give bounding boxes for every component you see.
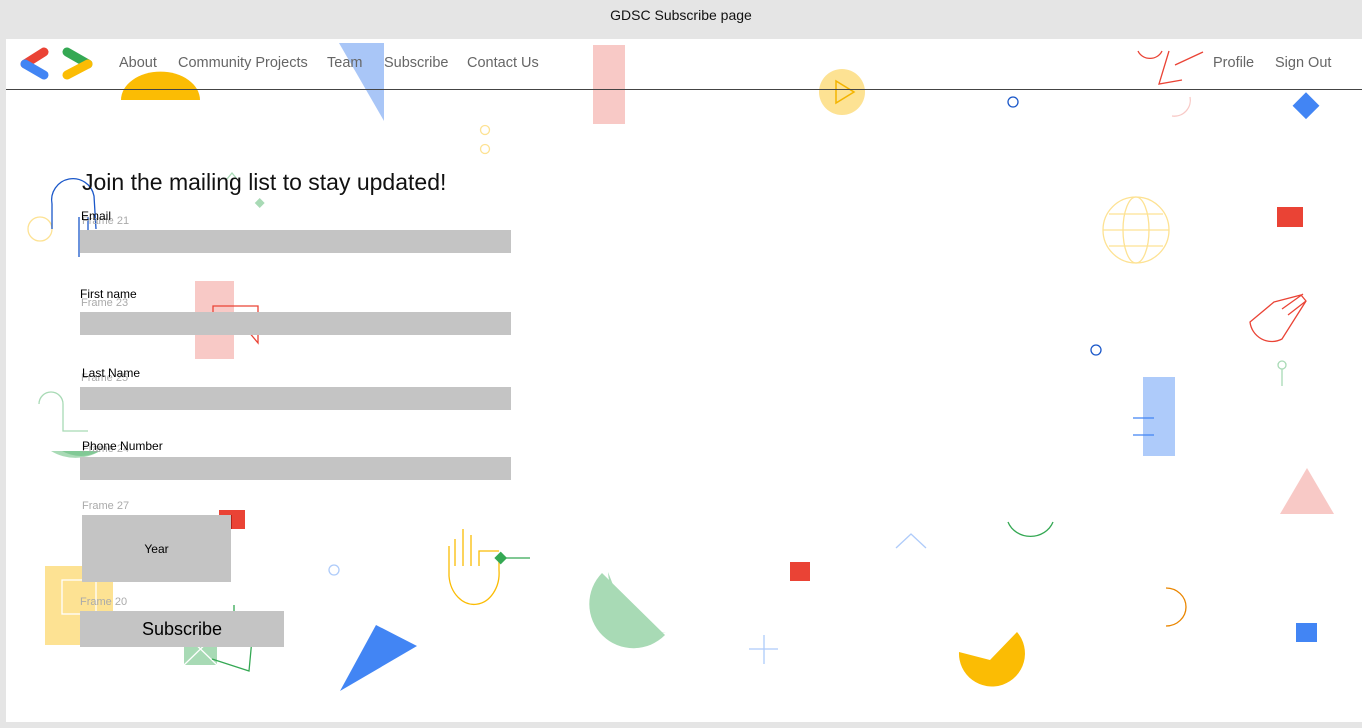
page-canvas: About Community Projects Team Subscribe …	[6, 39, 1362, 722]
nav-contact-us-link[interactable]: Contact Us	[467, 55, 539, 71]
last-name-label: Last Name	[82, 366, 141, 380]
nav-subscribe-link[interactable]: Subscribe	[384, 55, 448, 71]
nav-team-link[interactable]: Team	[327, 55, 362, 71]
phone-label: Phone Number	[82, 439, 163, 453]
phone-field[interactable]	[80, 457, 511, 480]
nav-community-projects-link[interactable]: Community Projects	[178, 55, 308, 71]
first-name-label: First name	[80, 287, 137, 301]
email-field[interactable]	[80, 230, 511, 253]
nav-about-link[interactable]: About	[119, 55, 157, 71]
window-title: GDSC Subscribe page	[610, 7, 752, 23]
subscribe-button[interactable]: Subscribe	[80, 611, 284, 647]
nav-sign-out-link[interactable]: Sign Out	[1275, 55, 1331, 71]
email-label: Email	[81, 209, 112, 223]
window-titlebar: GDSC Subscribe page	[0, 0, 1362, 38]
year-select[interactable]: Year	[82, 515, 231, 582]
nav-divider	[6, 89, 1362, 90]
gdsc-logo-icon[interactable]	[17, 44, 97, 84]
year-frame-label: Frame 27	[82, 500, 130, 512]
nav-profile-link[interactable]: Profile	[1213, 55, 1254, 71]
first-name-field[interactable]	[80, 312, 511, 335]
last-name-field[interactable]	[80, 387, 511, 410]
page-title: Join the mailing list to stay updated!	[82, 169, 447, 195]
subscribe-frame-label: Frame 20	[80, 596, 128, 608]
